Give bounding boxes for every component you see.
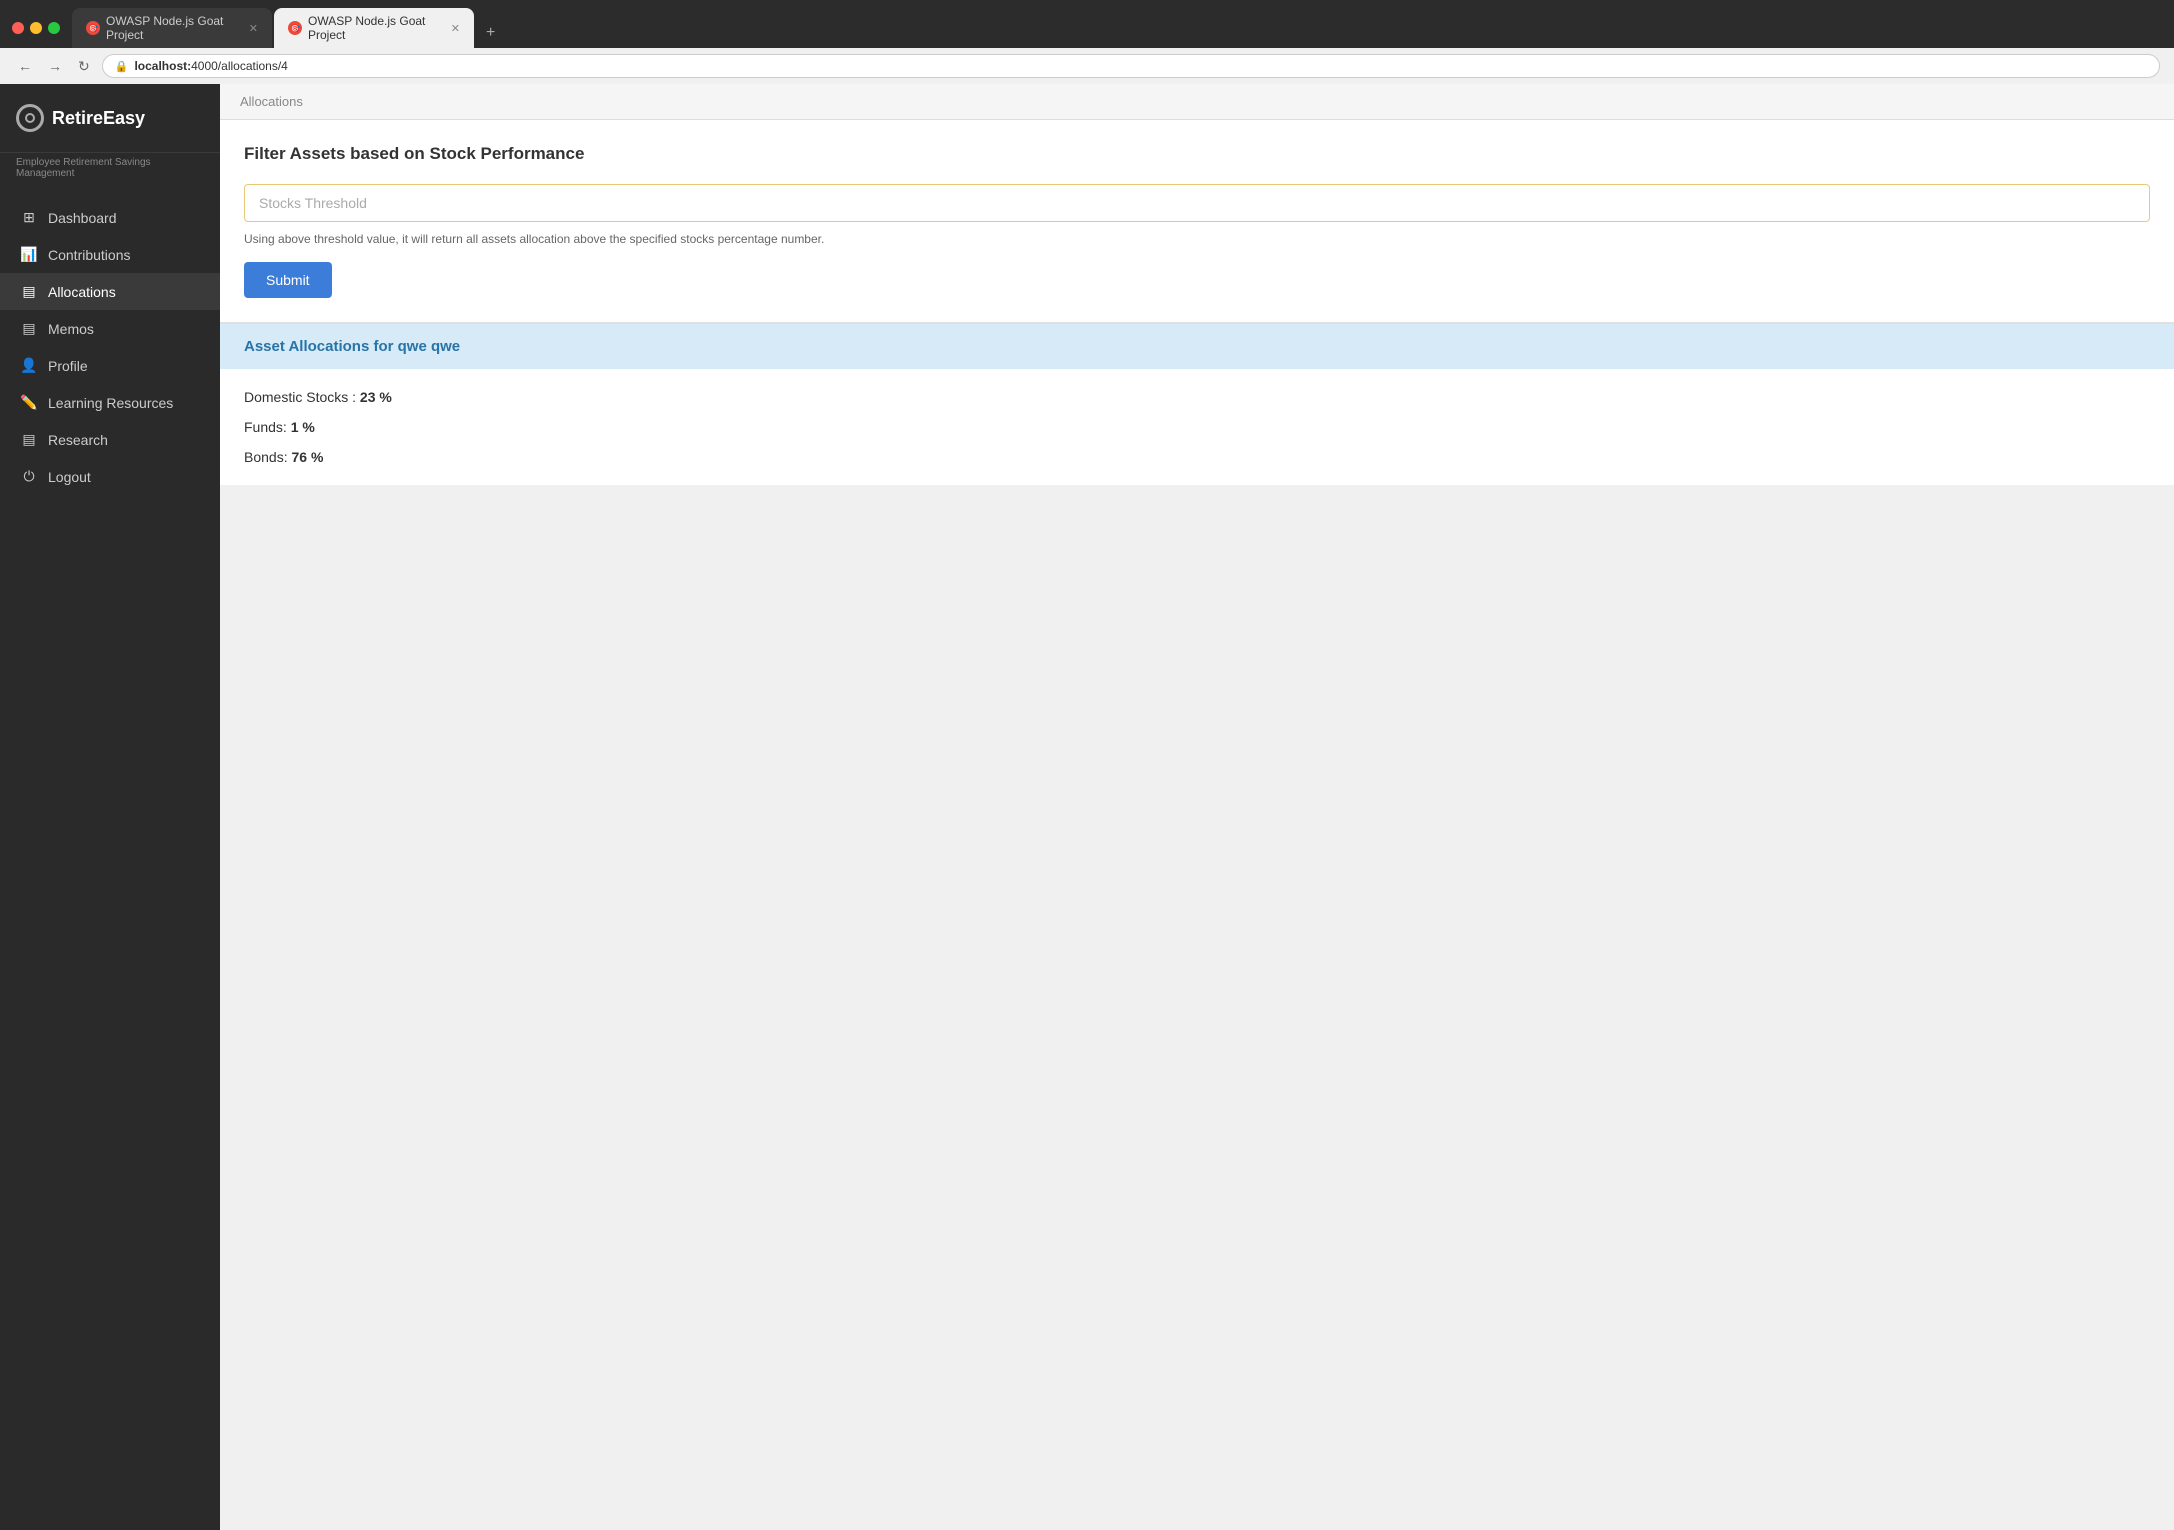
results-body: Domestic Stocks : 23 % Funds: 1 % Bonds:… <box>220 369 2174 485</box>
sidebar-item-profile[interactable]: 👤 Profile <box>0 347 220 384</box>
profile-icon: 👤 <box>20 357 38 374</box>
allocation-row-funds: Funds: 1 % <box>244 419 2150 435</box>
address-host: localhost: <box>134 59 191 73</box>
fullscreen-window-button[interactable] <box>48 22 60 34</box>
tab-2[interactable]: 🎯 OWASP Node.js Goat Project ✕ <box>274 8 474 48</box>
sidebar-item-dashboard-label: Dashboard <box>48 210 117 226</box>
forward-button[interactable]: → <box>44 56 66 76</box>
sidebar-item-memos-label: Memos <box>48 321 94 337</box>
brand-icon <box>16 104 44 132</box>
close-window-button[interactable] <box>12 22 24 34</box>
tab-2-close[interactable]: ✕ <box>451 22 460 35</box>
results-title: Asset Allocations for qwe qwe <box>244 338 2150 355</box>
address-text: localhost:4000/allocations/4 <box>134 59 287 73</box>
back-button[interactable]: ← <box>14 56 36 76</box>
memos-icon: ▤ <box>20 320 38 337</box>
contributions-icon: 📊 <box>20 246 38 263</box>
sidebar-item-learning[interactable]: ✏️ Learning Resources <box>0 384 220 421</box>
funds-label: Funds: <box>244 419 287 435</box>
tab-1-favicon: 🎯 <box>86 21 100 35</box>
filter-hint: Using above threshold value, it will ret… <box>244 232 2150 246</box>
results-card: Asset Allocations for qwe qwe Domestic S… <box>220 323 2174 485</box>
title-bar: 🎯 OWASP Node.js Goat Project ✕ 🎯 OWASP N… <box>0 0 2174 48</box>
submit-button[interactable]: Submit <box>244 262 332 298</box>
bonds-value: 76 % <box>291 449 323 465</box>
sidebar-item-allocations[interactable]: ▤ Allocations <box>0 273 220 310</box>
address-path: 4000/allocations/4 <box>191 59 288 73</box>
domestic-stocks-label: Domestic Stocks : <box>244 389 356 405</box>
new-tab-button[interactable]: + <box>476 18 505 48</box>
funds-value: 1 % <box>291 419 315 435</box>
tab-1-close[interactable]: ✕ <box>249 22 258 35</box>
brand-name: RetireEasy <box>52 108 145 128</box>
threshold-form-group <box>244 184 2150 222</box>
sidebar-item-memos[interactable]: ▤ Memos <box>0 310 220 347</box>
app: RetireEasy Employee Retirement Savings M… <box>0 84 2174 1530</box>
traffic-lights <box>12 22 60 34</box>
sidebar-item-contributions-label: Contributions <box>48 247 131 263</box>
filter-title: Filter Assets based on Stock Performance <box>244 144 2150 164</box>
tab-bar: 🎯 OWASP Node.js Goat Project ✕ 🎯 OWASP N… <box>72 8 2162 48</box>
tab-1-label: OWASP Node.js Goat Project <box>106 14 243 42</box>
stocks-threshold-input[interactable] <box>244 184 2150 222</box>
sidebar-item-research[interactable]: ▤ Research <box>0 421 220 458</box>
security-icon: 🔒 <box>115 60 129 73</box>
sidebar-item-allocations-label: Allocations <box>48 284 116 300</box>
sidebar: RetireEasy Employee Retirement Savings M… <box>0 84 220 1530</box>
brand-subtitle: Employee Retirement Savings Management <box>0 153 220 187</box>
address-bar[interactable]: 🔒 localhost:4000/allocations/4 <box>102 54 2160 78</box>
dashboard-icon: ⊞ <box>20 209 38 226</box>
learning-icon: ✏️ <box>20 394 38 411</box>
address-bar-row: ← → ↻ 🔒 localhost:4000/allocations/4 <box>0 48 2174 84</box>
main-content: Allocations Filter Assets based on Stock… <box>220 84 2174 1530</box>
allocation-row-bonds: Bonds: 76 % <box>244 449 2150 465</box>
sidebar-item-logout-label: Logout <box>48 469 91 485</box>
filter-card: Filter Assets based on Stock Performance… <box>220 120 2174 323</box>
domestic-stocks-value: 23 % <box>360 389 392 405</box>
sidebar-item-research-label: Research <box>48 432 108 448</box>
tab-1[interactable]: 🎯 OWASP Node.js Goat Project ✕ <box>72 8 272 48</box>
navigation: ⊞ Dashboard 📊 Contributions ▤ Allocation… <box>0 187 220 1530</box>
browser-chrome: 🎯 OWASP Node.js Goat Project ✕ 🎯 OWASP N… <box>0 0 2174 84</box>
sidebar-item-contributions[interactable]: 📊 Contributions <box>0 236 220 273</box>
logout-icon: ⏻ <box>20 468 38 485</box>
breadcrumb: Allocations <box>220 84 2174 120</box>
allocations-icon: ▤ <box>20 283 38 300</box>
bonds-label: Bonds: <box>244 449 288 465</box>
brand-logo <box>16 104 44 132</box>
minimize-window-button[interactable] <box>30 22 42 34</box>
allocation-row-domestic-stocks: Domestic Stocks : 23 % <box>244 389 2150 405</box>
research-icon: ▤ <box>20 431 38 448</box>
sidebar-item-profile-label: Profile <box>48 358 88 374</box>
reload-button[interactable]: ↻ <box>74 56 94 77</box>
sidebar-item-dashboard[interactable]: ⊞ Dashboard <box>0 199 220 236</box>
tab-2-favicon: 🎯 <box>288 21 302 35</box>
brand-text: RetireEasy <box>52 108 145 129</box>
tab-2-label: OWASP Node.js Goat Project <box>308 14 445 42</box>
brand: RetireEasy <box>0 84 220 153</box>
content-area: Filter Assets based on Stock Performance… <box>220 120 2174 485</box>
sidebar-item-logout[interactable]: ⏻ Logout <box>0 458 220 495</box>
sidebar-item-learning-label: Learning Resources <box>48 395 173 411</box>
results-header: Asset Allocations for qwe qwe <box>220 324 2174 369</box>
